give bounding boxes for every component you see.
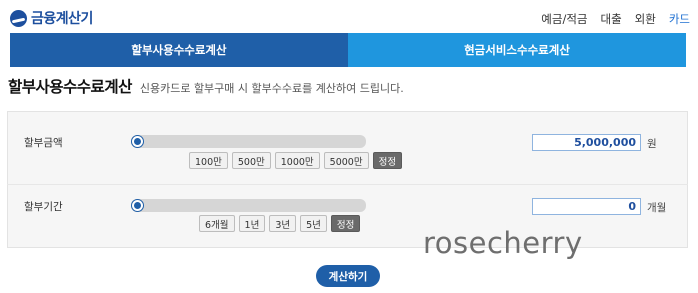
calculator-tabs: 할부사용수수료계산 현금서비스수수료계산 [10, 33, 686, 67]
nav-deposit[interactable]: 예금/적금 [541, 11, 587, 27]
amount-100man-button[interactable]: 100만 [189, 152, 228, 169]
logo-icon [10, 9, 27, 27]
top-bar: 금융계산기 예금/적금 대출 외환 카드 [0, 0, 698, 33]
amount-1000man-button[interactable]: 1000만 [274, 152, 320, 169]
amount-slider[interactable] [131, 135, 366, 148]
period-5year-button[interactable]: 5년 [300, 215, 327, 232]
period-reset-button[interactable]: 정정 [330, 215, 361, 232]
amount-5000man-button[interactable]: 5000만 [323, 152, 369, 169]
tab-installment-fee[interactable]: 할부사용수수료계산 [10, 33, 348, 67]
calculate-button[interactable]: 계산하기 [316, 265, 380, 287]
nav-exchange[interactable]: 외환 [635, 11, 656, 27]
amount-quick-buttons: 100만 500만 1000만 5000만 정정 [189, 152, 403, 169]
watermark-text: rosecherry [423, 226, 583, 260]
tab-cash-service-fee[interactable]: 현금서비스수수료계산 [348, 33, 686, 67]
amount-reset-button[interactable]: 정정 [372, 152, 403, 169]
amount-slider-handle[interactable] [132, 136, 143, 147]
logo-text: 금융계산기 [31, 11, 93, 27]
row-divider [7, 184, 688, 185]
period-label: 할부기간 [24, 201, 63, 213]
page-title: 할부사용수수료계산 [8, 78, 132, 96]
top-nav: 예금/적금 대출 외환 카드 [541, 11, 690, 27]
amount-label: 할부금액 [24, 137, 63, 149]
period-input[interactable]: 0 [532, 198, 641, 215]
page-heading: 할부사용수수료계산 신용카드로 할부구매 시 할부수수료를 계산하여 드립니다. [8, 75, 404, 97]
amount-unit: 원 [647, 138, 657, 150]
amount-input[interactable]: 5,000,000 [532, 134, 641, 151]
period-quick-buttons: 6개월 1년 3년 5년 정정 [199, 215, 361, 232]
period-1year-button[interactable]: 1년 [238, 215, 266, 232]
period-slider[interactable] [131, 199, 366, 212]
period-slider-handle[interactable] [132, 200, 143, 211]
period-3year-button[interactable]: 3년 [269, 215, 297, 232]
page-description: 신용카드로 할부구매 시 할부수수료를 계산하여 드립니다. [139, 82, 404, 95]
nav-card[interactable]: 카드 [669, 11, 690, 27]
period-6month-button[interactable]: 6개월 [199, 215, 235, 232]
nav-loan[interactable]: 대출 [600, 11, 621, 27]
logo[interactable]: 금융계산기 [10, 8, 93, 28]
period-unit: 개월 [647, 202, 667, 214]
amount-500man-button[interactable]: 500만 [231, 152, 271, 169]
